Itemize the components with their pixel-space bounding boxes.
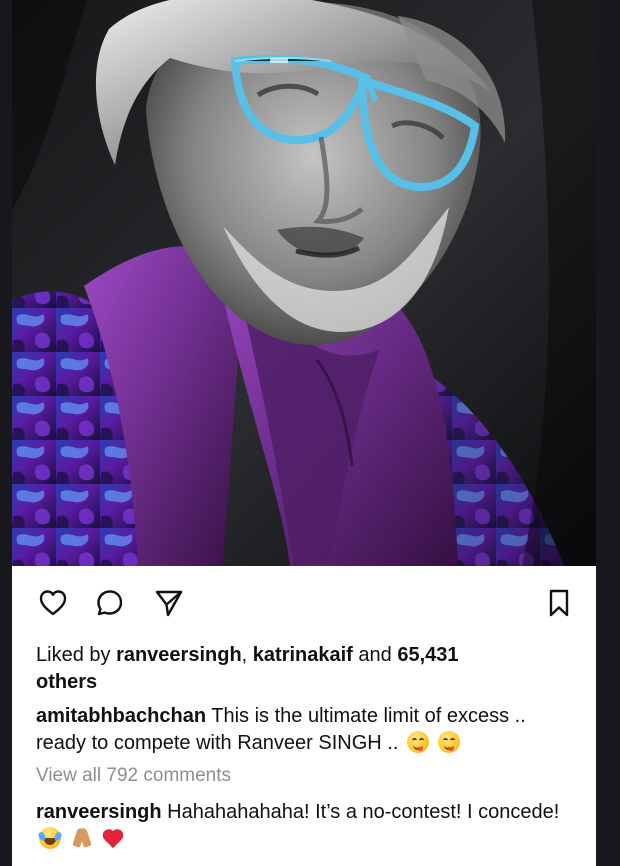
save-button[interactable]	[540, 584, 578, 622]
post-caption: amitabhbachchan This is the ultimate lim…	[36, 703, 576, 757]
liked-user-ranveersingh[interactable]: ranveersingh	[116, 644, 242, 666]
instagram-post-screenshot: Liked by ranveersingh, katrinakaif and 6…	[0, 0, 620, 866]
smiling-tongue-emoji	[406, 731, 429, 753]
smiling-tongue-emoji	[437, 731, 460, 753]
comment-outline-icon	[97, 590, 123, 616]
likes-suffix[interactable]: others	[36, 671, 97, 693]
likes-prefix: Liked by	[36, 644, 117, 666]
tears-of-joy-emoji	[37, 827, 63, 849]
post-action-bar	[12, 566, 596, 638]
comment-username[interactable]: ranveersingh	[36, 801, 162, 823]
comment-button[interactable]	[91, 584, 129, 622]
instagram-post-card: Liked by ranveersingh, katrinakaif and 6…	[12, 0, 596, 866]
bookmark-outline-icon	[549, 589, 569, 617]
like-button[interactable]	[34, 584, 72, 622]
post-image[interactable]	[12, 0, 596, 566]
likes-summary: Liked by ranveersingh, katrinakaif and 6…	[36, 642, 576, 696]
folded-hands-emoji	[70, 827, 94, 849]
share-button[interactable]	[150, 584, 188, 622]
caption-username[interactable]: amitabhbachchan	[36, 705, 206, 727]
view-all-comments-link[interactable]: View all 792 comments	[36, 762, 576, 789]
likes-count[interactable]: 65,431	[397, 644, 458, 666]
liked-user-katrinakaif[interactable]: katrinakaif	[253, 644, 353, 666]
likes-middle: and	[352, 644, 398, 666]
red-heart-emoji	[102, 829, 124, 849]
comment-text: Hahahahahaha! It’s a no-contest! I conce…	[167, 801, 560, 823]
paper-plane-icon	[155, 590, 183, 617]
heart-outline-icon	[39, 590, 67, 616]
comment-ranveersingh: ranveersingh Hahahahahaha! It’s a no-con…	[36, 799, 576, 853]
portrait-photo	[12, 0, 596, 566]
likes-separator: ,	[241, 644, 253, 666]
